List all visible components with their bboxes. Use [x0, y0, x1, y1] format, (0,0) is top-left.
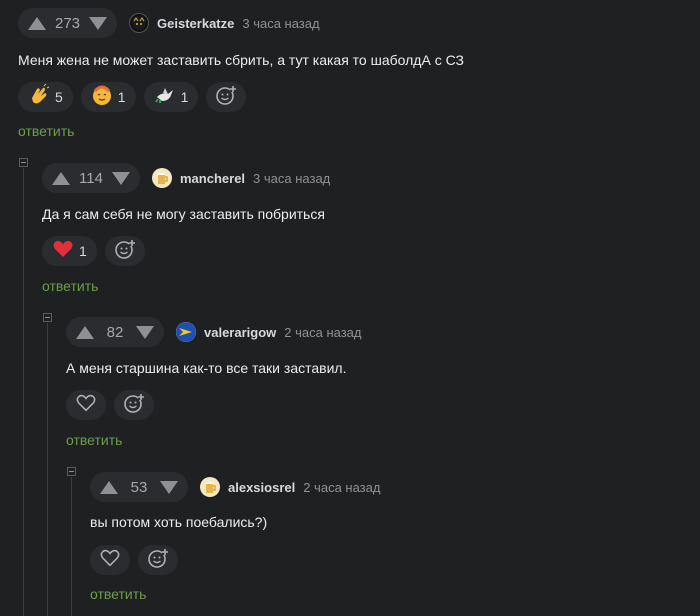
- comment-score: 82: [106, 323, 124, 341]
- comment-header: 53 alexsiosrel 2 часа назад: [90, 472, 380, 502]
- collapse-toggle[interactable]: [19, 158, 28, 167]
- comment-score: 273: [55, 14, 81, 32]
- comment-author[interactable]: valerarigow: [204, 325, 276, 340]
- reaction-count: 1: [79, 243, 87, 259]
- comment-score: 53: [130, 478, 148, 496]
- comment-author[interactable]: Geisterkatze: [157, 16, 234, 31]
- reaction-button[interactable]: 1: [80, 82, 136, 112]
- beer-avatar-icon: [205, 482, 216, 493]
- collapse-toggle[interactable]: [67, 467, 76, 476]
- comment-time[interactable]: 2 часа назад: [284, 325, 361, 340]
- reactions-bar: [90, 545, 178, 575]
- comment-author[interactable]: mancherel: [180, 171, 245, 186]
- clapping-hands-icon: [28, 83, 50, 111]
- smiling-face-icon: [91, 84, 113, 111]
- reactions-bar: 1: [42, 236, 145, 266]
- thread-line[interactable]: [47, 323, 48, 616]
- comment-time[interactable]: 3 часа назад: [242, 16, 319, 31]
- reaction-count: 1: [180, 89, 189, 105]
- arrow-avatar-icon: [176, 322, 196, 342]
- add-reaction-icon: [114, 238, 136, 265]
- avatar[interactable]: [152, 168, 172, 188]
- thread-line[interactable]: [23, 168, 24, 616]
- comment-time[interactable]: 3 часа назад: [253, 171, 330, 186]
- thread-line[interactable]: [71, 477, 72, 616]
- add-reaction-icon: [215, 84, 238, 111]
- vote-widget: 114: [42, 163, 140, 193]
- dove-icon: [154, 84, 176, 111]
- add-reaction-button[interactable]: [104, 236, 145, 266]
- reaction-button[interactable]: 1: [42, 236, 97, 266]
- like-button[interactable]: [90, 545, 130, 575]
- comment-text: Да я сам себя не могу заставить побритьс…: [42, 206, 325, 222]
- reaction-count: 5: [55, 89, 63, 105]
- upvote-icon[interactable]: [100, 480, 118, 494]
- comment-text: Меня жена не может заставить сбрить, а т…: [18, 52, 464, 68]
- comment-text: А меня старшина как-то все таки заставил…: [66, 360, 347, 376]
- add-reaction-button[interactable]: [138, 545, 178, 575]
- heart-outline-icon: [100, 548, 120, 573]
- collapse-toggle[interactable]: [43, 313, 52, 322]
- downvote-icon[interactable]: [160, 480, 178, 494]
- comment-score: 114: [79, 169, 103, 187]
- avatar[interactable]: [200, 477, 220, 497]
- vote-widget: 53: [90, 472, 188, 502]
- upvote-icon[interactable]: [52, 171, 70, 185]
- like-button[interactable]: [66, 390, 106, 420]
- downvote-icon[interactable]: [136, 325, 154, 339]
- comment-header: 114 mancherel 3 часа назад: [42, 163, 330, 193]
- downvote-icon[interactable]: [112, 171, 130, 185]
- vote-widget: 273: [18, 8, 118, 38]
- heart-outline-icon: [76, 393, 96, 418]
- cat-avatar-icon: [132, 16, 147, 30]
- downvote-icon[interactable]: [89, 16, 108, 30]
- reaction-button[interactable]: 1: [143, 82, 199, 112]
- reactions-bar: 5 1 1: [18, 82, 247, 112]
- comment-header: 273 Geisterkatze 3 часа назад: [18, 8, 320, 38]
- beer-avatar-icon: [157, 173, 168, 184]
- avatar[interactable]: [129, 13, 150, 33]
- upvote-icon[interactable]: [28, 16, 46, 30]
- reply-link[interactable]: ответить: [66, 432, 122, 448]
- reaction-button[interactable]: 5: [18, 82, 73, 112]
- add-reaction-button[interactable]: [206, 82, 247, 112]
- vote-widget: 82: [66, 317, 164, 347]
- reactions-bar: [66, 390, 154, 420]
- reaction-count: 1: [117, 89, 126, 105]
- avatar[interactable]: [176, 322, 196, 342]
- upvote-icon[interactable]: [76, 325, 94, 339]
- comment-time[interactable]: 2 часа назад: [303, 480, 380, 495]
- add-reaction-icon: [147, 547, 169, 574]
- comment-text: вы потом хоть поебались?): [90, 514, 268, 530]
- heart-icon: [52, 238, 74, 265]
- reply-link[interactable]: ответить: [42, 278, 98, 294]
- comment-author[interactable]: alexsiosrel: [228, 480, 295, 495]
- reply-link[interactable]: ответить: [90, 586, 146, 602]
- add-reaction-icon: [123, 392, 145, 419]
- add-reaction-button[interactable]: [114, 390, 154, 420]
- reply-link[interactable]: ответить: [18, 123, 74, 139]
- comment-header: 82 valerarigow 2 часа назад: [66, 317, 362, 347]
